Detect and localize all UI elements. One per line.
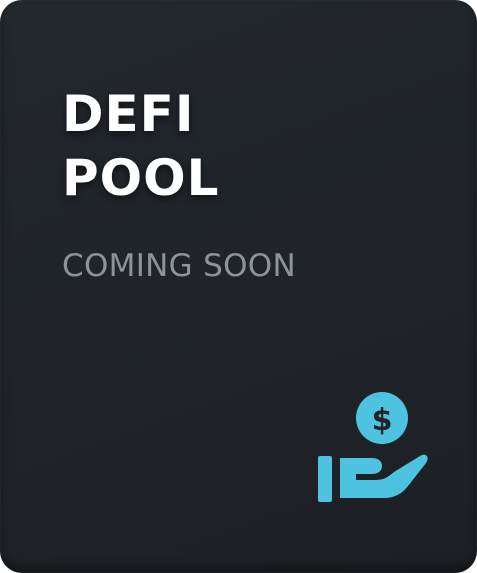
open-hand-shape <box>340 454 428 498</box>
card-title-line2: POOL <box>62 149 220 207</box>
defi-pool-card[interactable]: DEFI POOL COMING SOON $ <box>0 0 477 573</box>
card-title-line1: DEFI <box>62 85 195 143</box>
hand-cuff <box>318 456 332 502</box>
card-title: DEFI POOL <box>62 82 220 210</box>
coming-soon-label: COMING SOON <box>62 248 296 284</box>
hand-holding-dollar-icon: $ <box>318 392 428 502</box>
dollar-symbol: $ <box>372 403 393 438</box>
